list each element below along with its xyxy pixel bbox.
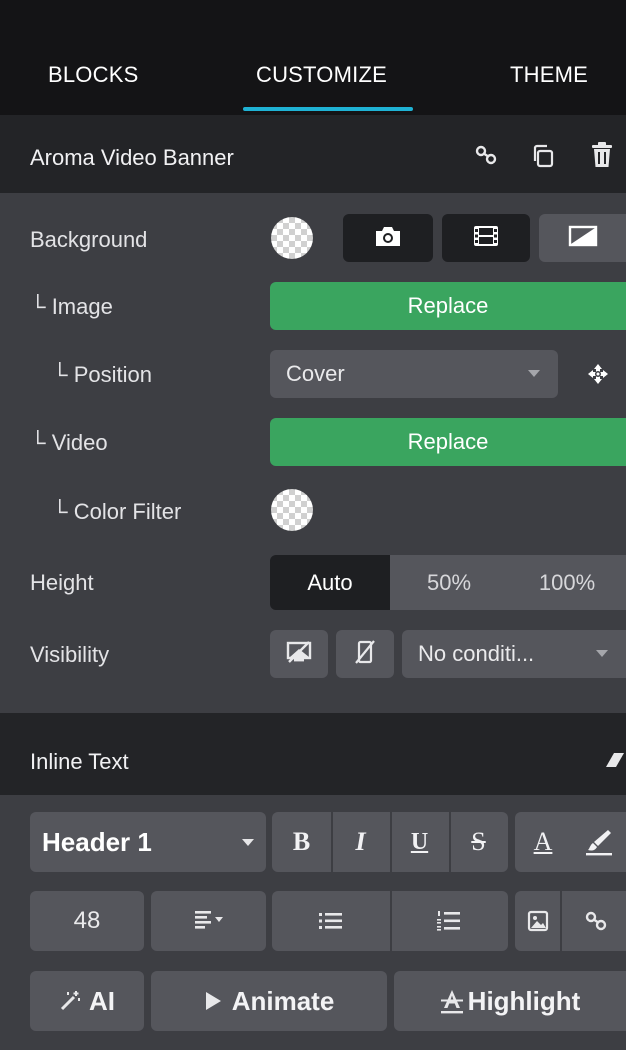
hide-mobile-icon	[354, 639, 376, 670]
play-icon	[204, 991, 222, 1011]
text-color-icon[interactable]: A	[515, 812, 571, 872]
eraser-icon[interactable]	[604, 751, 626, 774]
chevron-down-icon	[528, 370, 540, 377]
font-size-value: 48	[73, 907, 101, 934]
active-tab-indicator	[243, 107, 413, 111]
align-left-icon	[194, 909, 223, 934]
text-style-select[interactable]: Header 1	[30, 812, 266, 872]
link-icon[interactable]	[474, 143, 498, 172]
focal-point-icon[interactable]	[587, 363, 609, 390]
camera-icon	[374, 224, 402, 253]
italic-icon[interactable]: I	[331, 812, 390, 872]
text-color-glyph: A	[533, 827, 553, 856]
visibility-condition-value: No conditi...	[418, 641, 535, 666]
animate-label: Animate	[231, 985, 335, 1016]
ai-button[interactable]: AI	[30, 971, 144, 1031]
color-filter-label: └ Color Filter	[52, 499, 182, 524]
animate-button[interactable]: Animate	[151, 971, 387, 1031]
height-option-auto[interactable]: Auto	[270, 555, 390, 610]
block-title: Aroma Video Banner	[30, 145, 234, 170]
image-replace-button[interactable]: Replace	[270, 282, 626, 330]
visibility-label: Visibility	[30, 642, 110, 667]
chevron-down-icon	[596, 650, 608, 657]
video-label: └ Video	[30, 430, 108, 455]
background-label: Background	[30, 227, 148, 252]
block-header: Aroma Video Banner	[0, 115, 626, 193]
chevron-down-icon	[242, 839, 254, 846]
tab-theme[interactable]: THEME	[510, 62, 588, 88]
gradient-icon	[568, 225, 598, 252]
color-filter-swatch[interactable]	[271, 489, 313, 531]
highlight-label: Highlight	[467, 985, 581, 1016]
film-icon	[472, 224, 500, 253]
visibility-condition-select[interactable]: No conditi...	[402, 630, 626, 678]
numbered-list-icon[interactable]	[390, 891, 508, 951]
ai-label: AI	[89, 985, 115, 1016]
background-image-button[interactable]	[343, 214, 433, 262]
position-select[interactable]: Cover	[270, 350, 558, 398]
highlight-button[interactable]: Highlight	[394, 971, 626, 1031]
text-align-select[interactable]	[151, 891, 266, 951]
highlight-icon	[440, 988, 464, 1014]
position-value: Cover	[286, 361, 345, 386]
magic-wand-icon	[59, 990, 81, 1012]
hide-desktop-icon	[285, 640, 313, 669]
duplicate-icon[interactable]	[530, 143, 556, 174]
inline-text-title: Inline Text	[30, 749, 129, 774]
background-gradient-button[interactable]	[539, 214, 626, 262]
bold-glyph: B	[292, 827, 311, 856]
video-replace-button[interactable]: Replace	[270, 418, 626, 466]
background-color-swatch[interactable]	[271, 217, 313, 259]
italic-glyph: I	[355, 827, 366, 856]
editor-tabs: BLOCKS CUSTOMIZE THEME	[0, 0, 626, 115]
text-style-value: Header 1	[42, 826, 152, 857]
height-option-50[interactable]: 50%	[390, 555, 508, 610]
insert-separator	[560, 891, 562, 951]
hide-desktop-button[interactable]	[270, 630, 328, 678]
height-label: Height	[30, 570, 94, 595]
strikethrough-glyph: S	[471, 827, 486, 856]
inline-text-header: Inline Text	[0, 713, 626, 795]
height-option-100[interactable]: 100%	[508, 555, 626, 610]
image-label: └ Image	[30, 294, 113, 319]
insert-link-icon[interactable]	[566, 891, 626, 951]
position-label: └ Position	[52, 362, 152, 387]
underline-glyph: U	[410, 828, 429, 855]
bullet-list-icon[interactable]	[272, 891, 390, 951]
insert-image-icon[interactable]	[515, 891, 560, 951]
highlight-color-icon[interactable]	[571, 812, 626, 872]
underline-icon[interactable]: U	[390, 812, 449, 872]
hide-mobile-button[interactable]	[336, 630, 394, 678]
bold-icon[interactable]: B	[272, 812, 331, 872]
strikethrough-icon[interactable]: S	[449, 812, 508, 872]
font-size-input[interactable]: 48	[30, 891, 144, 951]
tab-blocks[interactable]: BLOCKS	[48, 62, 138, 88]
tab-customize[interactable]: CUSTOMIZE	[256, 62, 387, 88]
trash-icon[interactable]	[590, 142, 614, 173]
background-video-button[interactable]	[442, 214, 530, 262]
